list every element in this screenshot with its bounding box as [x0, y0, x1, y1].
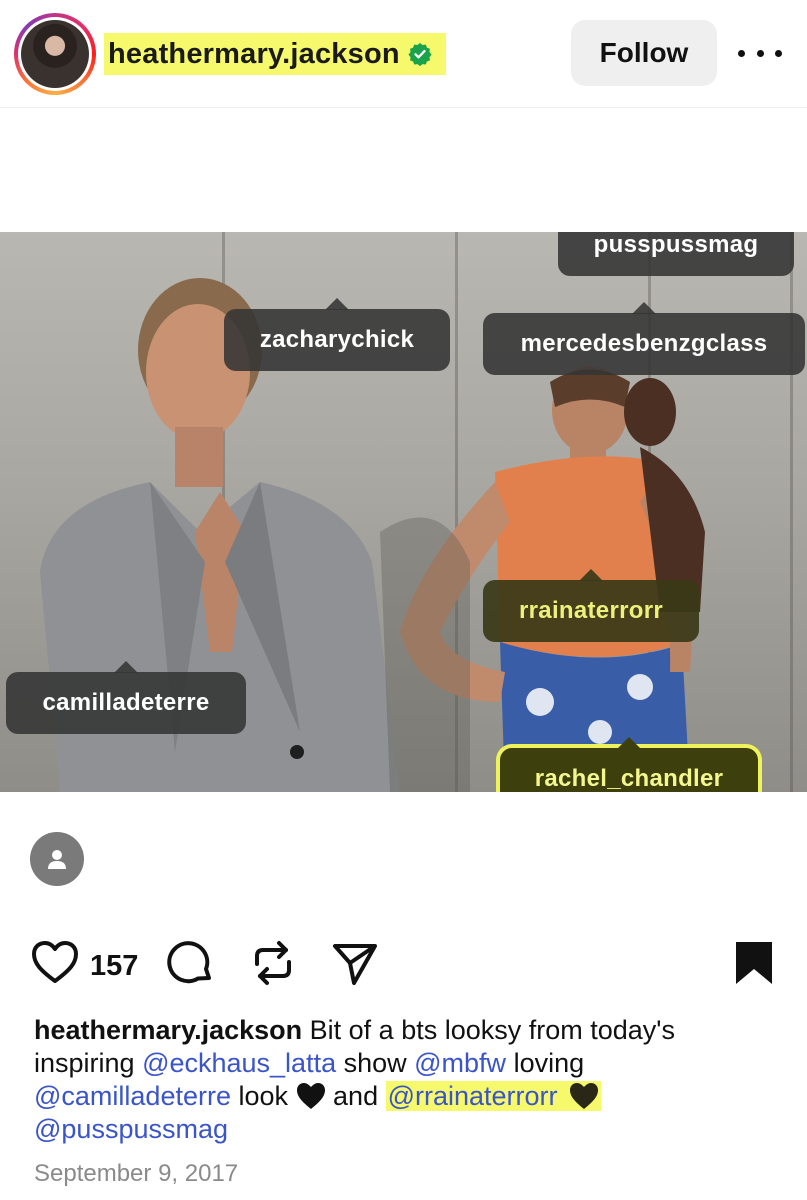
username-link[interactable]: heathermary.jackson	[108, 38, 400, 71]
follow-button[interactable]: Follow	[571, 20, 717, 86]
heart-icon[interactable]	[30, 938, 80, 988]
tag-pusspussmag[interactable]: pusspussmag	[558, 232, 794, 276]
more-options-icon[interactable]	[738, 38, 782, 68]
tag-zacharychick[interactable]: zacharychick	[224, 298, 450, 371]
caption-author[interactable]: heathermary.jackson	[34, 1015, 302, 1045]
black-heart-icon	[296, 1083, 325, 1109]
bookmark-icon[interactable]	[732, 938, 776, 988]
username-highlight: heathermary.jackson	[104, 33, 446, 75]
tagged-users-icon[interactable]	[30, 832, 84, 886]
action-bar: 157	[30, 938, 780, 994]
like-count[interactable]: 157	[90, 950, 138, 983]
dark-heart-icon	[570, 1083, 599, 1109]
mention-camilladeterre[interactable]: @camilladeterre	[34, 1081, 231, 1111]
post-date: September 9, 2017	[34, 1160, 239, 1187]
share-icon[interactable]	[330, 938, 380, 988]
mention-eckhaus-latta[interactable]: @eckhaus_latta	[142, 1048, 336, 1078]
verified-badge-icon	[408, 43, 432, 66]
post-caption: heathermary.jackson Bit of a bts looksy …	[34, 1015, 675, 1144]
mention-pusspussmag[interactable]: @pusspussmag	[34, 1114, 228, 1144]
tag-camilladeterre[interactable]: camilladeterre	[6, 661, 246, 734]
tag-rrainaterrorr[interactable]: rrainaterrorr	[483, 569, 699, 642]
mention-mbfw[interactable]: @mbfw	[414, 1048, 506, 1078]
post-photo[interactable]: pusspussmag zacharychick mercedesbenzgcl…	[0, 232, 807, 792]
avatar[interactable]	[14, 13, 96, 95]
avatar-photo	[21, 20, 89, 88]
repost-icon[interactable]	[248, 938, 298, 988]
post-header: heathermary.jackson Follow	[0, 0, 807, 108]
mention-rrainaterrorr[interactable]: @rrainaterrorr	[385, 1081, 560, 1111]
comment-icon[interactable]	[166, 938, 216, 988]
tag-rachel-chandler[interactable]: rachel_chandler	[500, 737, 758, 792]
tag-mercedesbenzgclass[interactable]: mercedesbenzgclass	[483, 302, 805, 375]
